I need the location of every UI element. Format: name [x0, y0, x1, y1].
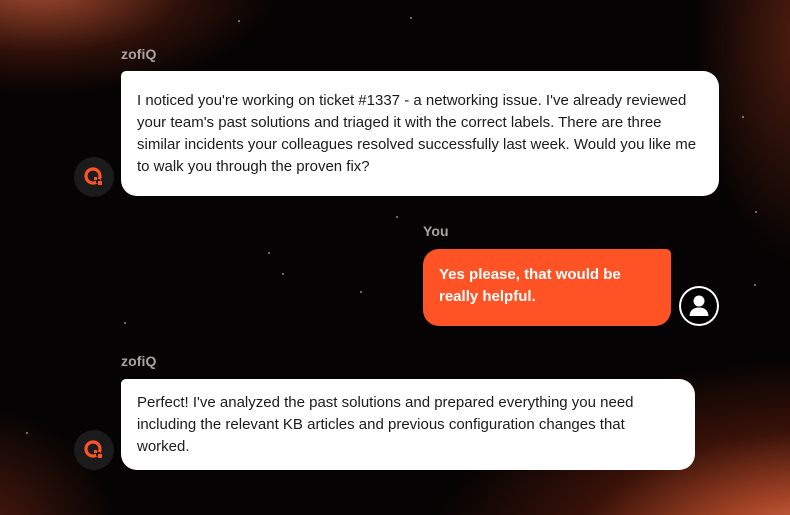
user-message-bubble: Yes please, that would be really helpful… — [423, 249, 671, 326]
user-avatar — [679, 286, 719, 326]
bot-message-bubble: Perfect! I've analyzed the past solution… — [121, 379, 695, 470]
chat-window: zofiQ I noticed you're working on ticket… — [0, 0, 790, 515]
star-decoration — [360, 291, 362, 293]
zofiq-logo-icon — [84, 440, 102, 458]
user-silhouette-icon — [681, 288, 717, 324]
zofiq-logo-icon — [84, 167, 102, 185]
star-decoration — [26, 432, 28, 434]
star-decoration — [268, 252, 270, 254]
message-text: Yes please, that would be really helpful… — [439, 266, 621, 305]
bot-avatar — [74, 430, 114, 470]
bot-avatar — [74, 157, 114, 197]
star-decoration — [742, 116, 744, 118]
message-text: I noticed you're working on ticket #1337… — [137, 92, 697, 175]
message-text: Perfect! I've analyzed the past solution… — [137, 394, 634, 455]
star-decoration — [282, 273, 284, 275]
sender-name: zofiQ — [121, 353, 157, 369]
star-decoration — [755, 211, 757, 213]
sender-name: You — [423, 223, 449, 239]
star-decoration — [410, 17, 412, 19]
star-decoration — [754, 284, 756, 286]
star-decoration — [124, 322, 126, 324]
sender-name: zofiQ — [121, 46, 157, 62]
bot-message-bubble: I noticed you're working on ticket #1337… — [121, 71, 719, 196]
star-decoration — [396, 216, 398, 218]
star-decoration — [238, 20, 240, 22]
